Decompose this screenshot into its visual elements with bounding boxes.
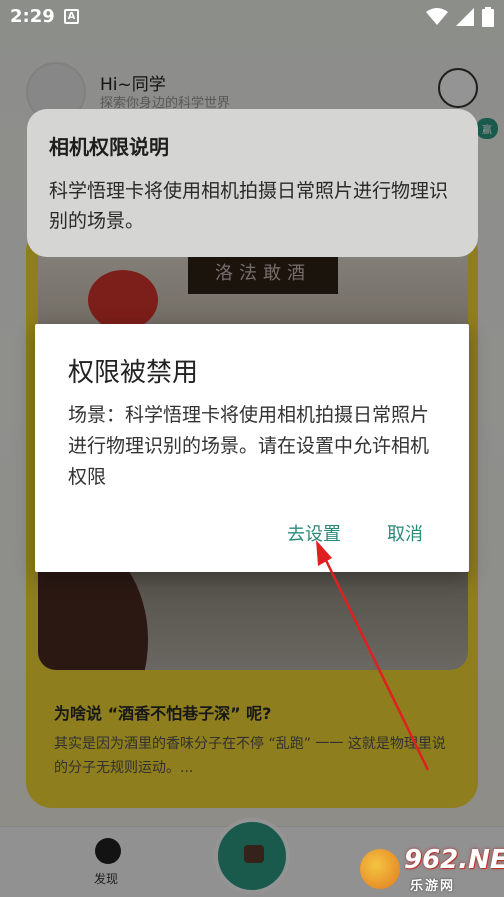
go-settings-button[interactable]: 去设置 [287,520,341,546]
dialog-message: 场景：科学悟理卡将使用相机拍摄日常照片进行物理识别的场景。请在设置中允许相机权限 [68,404,430,488]
watermark-number: 962.NET [404,845,504,875]
watermark-logo-icon [360,849,400,889]
site-watermark: 962.NET 乐游网 [358,843,504,897]
permission-explanation-toast: 相机权限说明 科学悟理卡将使用相机拍摄日常照片进行物理识别的场景。 [27,109,478,257]
permission-denied-dialog: 权限被禁用 场景：科学悟理卡将使用相机拍摄日常照片进行物理识别的场景。请在设置中… [35,324,469,572]
explain-title: 相机权限说明 [49,135,169,159]
notification-icon: A [64,9,79,24]
signal-icon [456,8,474,26]
battery-icon [482,7,494,27]
status-time: 2:29 [10,6,55,27]
explain-body: 科学悟理卡将使用相机拍摄日常照片进行物理识别的场景。 [49,180,449,232]
watermark-site: 乐游网 [410,879,456,894]
dialog-title: 权限被禁用 [68,358,199,388]
cancel-button[interactable]: 取消 [387,520,423,546]
wifi-icon [426,8,448,25]
status-bar: 2:29 A [0,0,504,34]
